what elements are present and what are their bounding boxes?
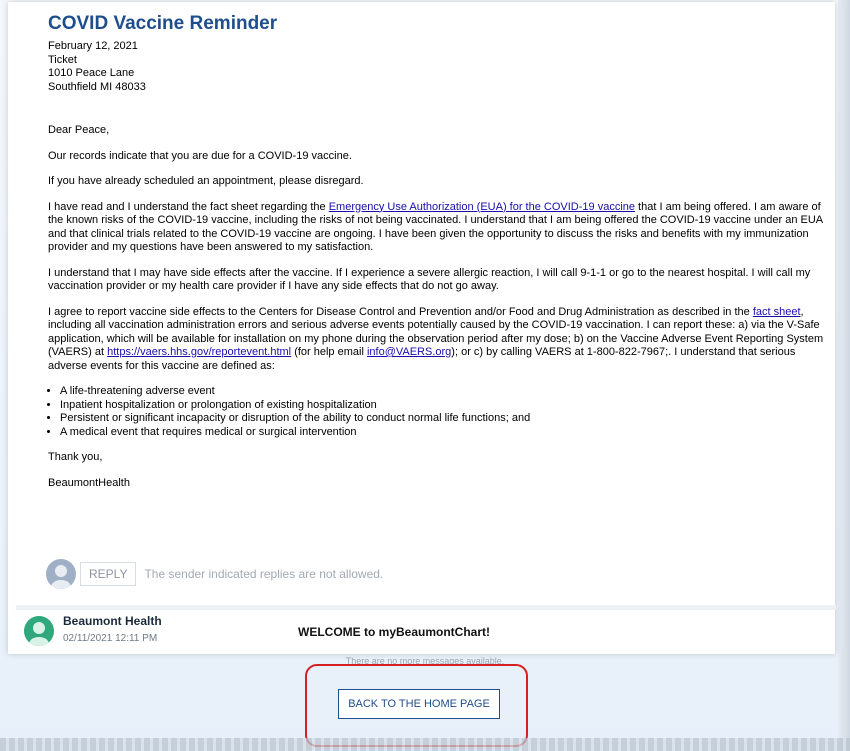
window-edge-shadow [838, 0, 850, 751]
address-line: 1010 Peace Lane [48, 67, 135, 79]
message-subject: WELCOME to myBeaumontChart! [298, 625, 490, 639]
thread-message-row[interactable]: Beaumont Health 02/11/2021 12:11 PM WELC… [16, 614, 836, 654]
sender-avatar-icon [24, 616, 54, 646]
vaers-link[interactable]: https://vaers.hhs.gov/reportevent.html [107, 346, 291, 358]
list-item: Inpatient hospitalization or prolongatio… [60, 399, 830, 413]
paragraph-reporting: I agree to report vaccine side effects t… [48, 306, 830, 374]
closing: Thank you, [48, 451, 103, 463]
message-title: COVID Vaccine Reminder [48, 13, 278, 34]
sender-name: Beaumont Health [63, 614, 162, 628]
message-card: COVID Vaccine Reminder February 12, 2021… [8, 2, 836, 654]
user-avatar-icon [46, 559, 76, 589]
signature: BeaumontHealth [48, 476, 130, 489]
paragraph-side-effects: I understand that I may have side effect… [48, 266, 811, 293]
address-line: Southfield MI 48033 [48, 80, 146, 93]
paragraph-text: I have read and I understand the fact sh… [48, 200, 329, 213]
list-item: Persistent or significant incapacity or … [60, 412, 830, 426]
fact-sheet-link[interactable]: fact sheet [753, 306, 801, 318]
letter-text: Dear Peace, Our records indicate that yo… [48, 124, 830, 490]
greeting: Dear Peace, [48, 124, 110, 136]
back-to-home-button[interactable]: BACK TO THE HOME PAGE [338, 689, 500, 719]
paragraph-eua: I have read and I understand the fact sh… [48, 201, 830, 255]
paragraph-text: I agree to report vaccine side effects t… [48, 305, 753, 318]
eua-link[interactable]: Emergency Use Authorization (EUA) for th… [329, 201, 635, 213]
list-item: A medical event that requires medical or… [60, 426, 830, 440]
vaers-email-link[interactable]: info@VAERS.org [367, 346, 451, 358]
paragraph-due: Our records indicate that you are due fo… [48, 149, 352, 162]
reply-button[interactable]: REPLY [80, 562, 137, 586]
paragraph-text: (for help email [291, 346, 367, 358]
message-timestamp: 02/11/2021 12:11 PM [63, 633, 158, 644]
address-block: February 12, 2021 Ticket 1010 Peace Lane… [48, 40, 830, 94]
reply-row: REPLY The sender indicated replies are n… [46, 559, 384, 589]
thread-divider [16, 605, 836, 610]
address-line: Ticket [48, 53, 77, 66]
list-item: A life-threatening adverse event [60, 385, 830, 399]
taskbar-strip [0, 738, 850, 751]
message-date: February 12, 2021 [48, 40, 138, 52]
paragraph-disregard: If you have already scheduled an appoint… [48, 175, 364, 187]
reply-disabled-note: The sender indicated replies are not all… [144, 567, 384, 581]
message-body: COVID Vaccine Reminder February 12, 2021… [48, 12, 830, 502]
adverse-events-list: A life-threatening adverse event Inpatie… [48, 385, 830, 439]
